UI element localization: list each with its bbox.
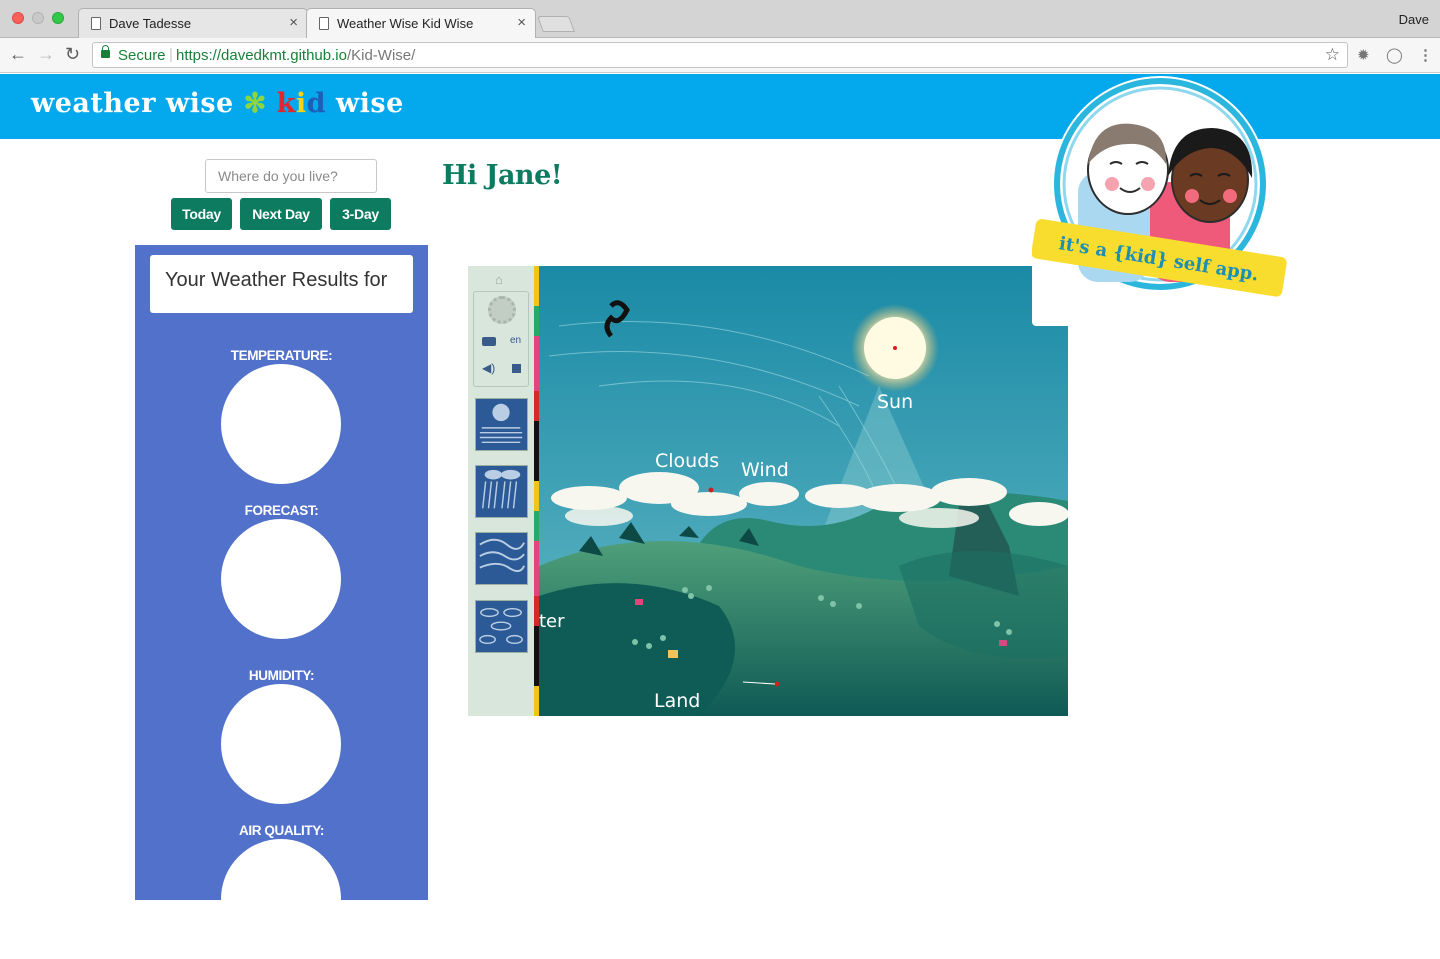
water-label[interactable]: ter xyxy=(539,611,565,632)
location-search-input[interactable] xyxy=(205,159,377,193)
circle-extension-icon[interactable]: ◯ xyxy=(1386,46,1403,64)
close-window-button[interactable] xyxy=(12,12,24,24)
back-arrow-icon[interactable]: ← xyxy=(9,44,27,64)
embed-sidebar: ⌂ en ◀) xyxy=(468,266,534,716)
control-box: en ◀) xyxy=(473,291,529,387)
humidity-circle xyxy=(221,684,341,804)
rain-thumbnail[interactable] xyxy=(475,465,528,518)
bug-extension-icon[interactable]: ✹ xyxy=(1357,46,1370,64)
today-button[interactable]: Today xyxy=(171,198,232,230)
sun-thumbnail[interactable] xyxy=(475,398,528,451)
tab-title: Weather Wise Kid Wise xyxy=(337,16,474,31)
air-quality-circle xyxy=(221,839,341,959)
weather-scene[interactable]: Sun Clouds Wind ter Land xyxy=(539,266,1068,716)
three-day-button[interactable]: 3-Day xyxy=(330,198,391,230)
home-icon[interactable]: ⌂ xyxy=(495,272,503,287)
humidity-label: HUMIDITY: xyxy=(248,668,315,683)
logo-letter: i xyxy=(295,88,307,119)
next-day-button[interactable]: Next Day xyxy=(240,198,322,230)
land-label[interactable]: Land xyxy=(654,690,700,712)
bookmark-star-icon[interactable]: ☆ xyxy=(1325,45,1340,65)
lock-icon xyxy=(101,45,110,58)
forward-arrow-icon[interactable]: → xyxy=(37,44,55,64)
caption-icon[interactable] xyxy=(482,337,496,346)
weather-results-panel: Your Weather Results for TEMPERATURE: FO… xyxy=(135,245,428,959)
menu-dots-icon[interactable]: ⋮ xyxy=(1418,46,1433,64)
forecast-label: FORECAST: xyxy=(244,503,319,518)
sun-label[interactable]: Sun xyxy=(877,391,913,413)
sun-icon xyxy=(479,403,523,444)
logo-letter: k xyxy=(276,88,296,119)
temperature-label: TEMPERATURE: xyxy=(230,348,333,363)
stop-icon[interactable] xyxy=(512,364,521,373)
divider: | xyxy=(169,46,173,63)
minimize-window-button[interactable] xyxy=(32,12,44,24)
rain-icon xyxy=(482,469,521,509)
url-text: https://davedkmt.github.io/Kid-Wise/ xyxy=(176,47,415,64)
forecast-circle xyxy=(221,519,341,639)
wind-label[interactable]: Wind xyxy=(741,459,789,481)
spark-icon: ✻ xyxy=(243,88,267,119)
landscape-illustration xyxy=(539,266,1068,716)
settings-gear-icon[interactable] xyxy=(488,296,516,324)
reload-icon[interactable]: ↻ xyxy=(65,44,80,64)
browser-toolbar: ← → ↻ Secure | https://davedkmt.github.i… xyxy=(0,38,1440,73)
tab-dave-tadesse[interactable]: Dave Tadesse × xyxy=(78,8,308,38)
sound-icon[interactable]: ◀) xyxy=(482,361,495,375)
wind-icon xyxy=(479,538,526,572)
secure-label: Secure xyxy=(118,47,166,64)
language-toggle[interactable]: en xyxy=(510,335,521,346)
temperature-circle xyxy=(221,364,341,484)
tab-title: Dave Tadesse xyxy=(109,16,192,31)
new-tab-button[interactable] xyxy=(537,16,575,32)
logo-letter: d xyxy=(306,88,327,119)
air-quality-label: AIR QUALITY: xyxy=(239,823,324,838)
wind-thumbnail[interactable] xyxy=(475,532,528,585)
greeting-heading: Hi Jane! xyxy=(442,160,563,191)
profile-name[interactable]: Dave xyxy=(1399,12,1429,27)
page-icon xyxy=(91,17,101,30)
site-logo[interactable]: weather wise ✻ kid wise xyxy=(31,88,404,119)
maximize-window-button[interactable] xyxy=(52,12,64,24)
clouds-thumbnail[interactable] xyxy=(475,600,528,653)
logo-text: wise xyxy=(335,88,404,119)
weather-illustration-embed[interactable]: ⌂ en ◀) Sun Clouds Wind ter Land xyxy=(468,266,1068,716)
logo-text: weather wise xyxy=(31,88,234,119)
browser-titlebar: Dave Tadesse × Weather Wise Kid Wise × D… xyxy=(0,0,1440,39)
url-path: /Kid-Wise/ xyxy=(346,47,416,64)
results-title: Your Weather Results for xyxy=(150,255,413,313)
clouds-label[interactable]: Clouds xyxy=(655,450,719,472)
url-host: https://davedkmt.github.io xyxy=(176,47,347,64)
kid-self-app-badge: it's a {kid} self app. xyxy=(1032,76,1287,297)
address-bar[interactable]: Secure | https://davedkmt.github.io/Kid-… xyxy=(92,42,1348,68)
tab-weather-wise[interactable]: Weather Wise Kid Wise × xyxy=(306,8,536,39)
page-icon xyxy=(319,17,329,30)
close-tab-icon[interactable]: × xyxy=(517,14,526,31)
cloud-icon xyxy=(479,607,523,645)
close-tab-icon[interactable]: × xyxy=(289,14,298,31)
